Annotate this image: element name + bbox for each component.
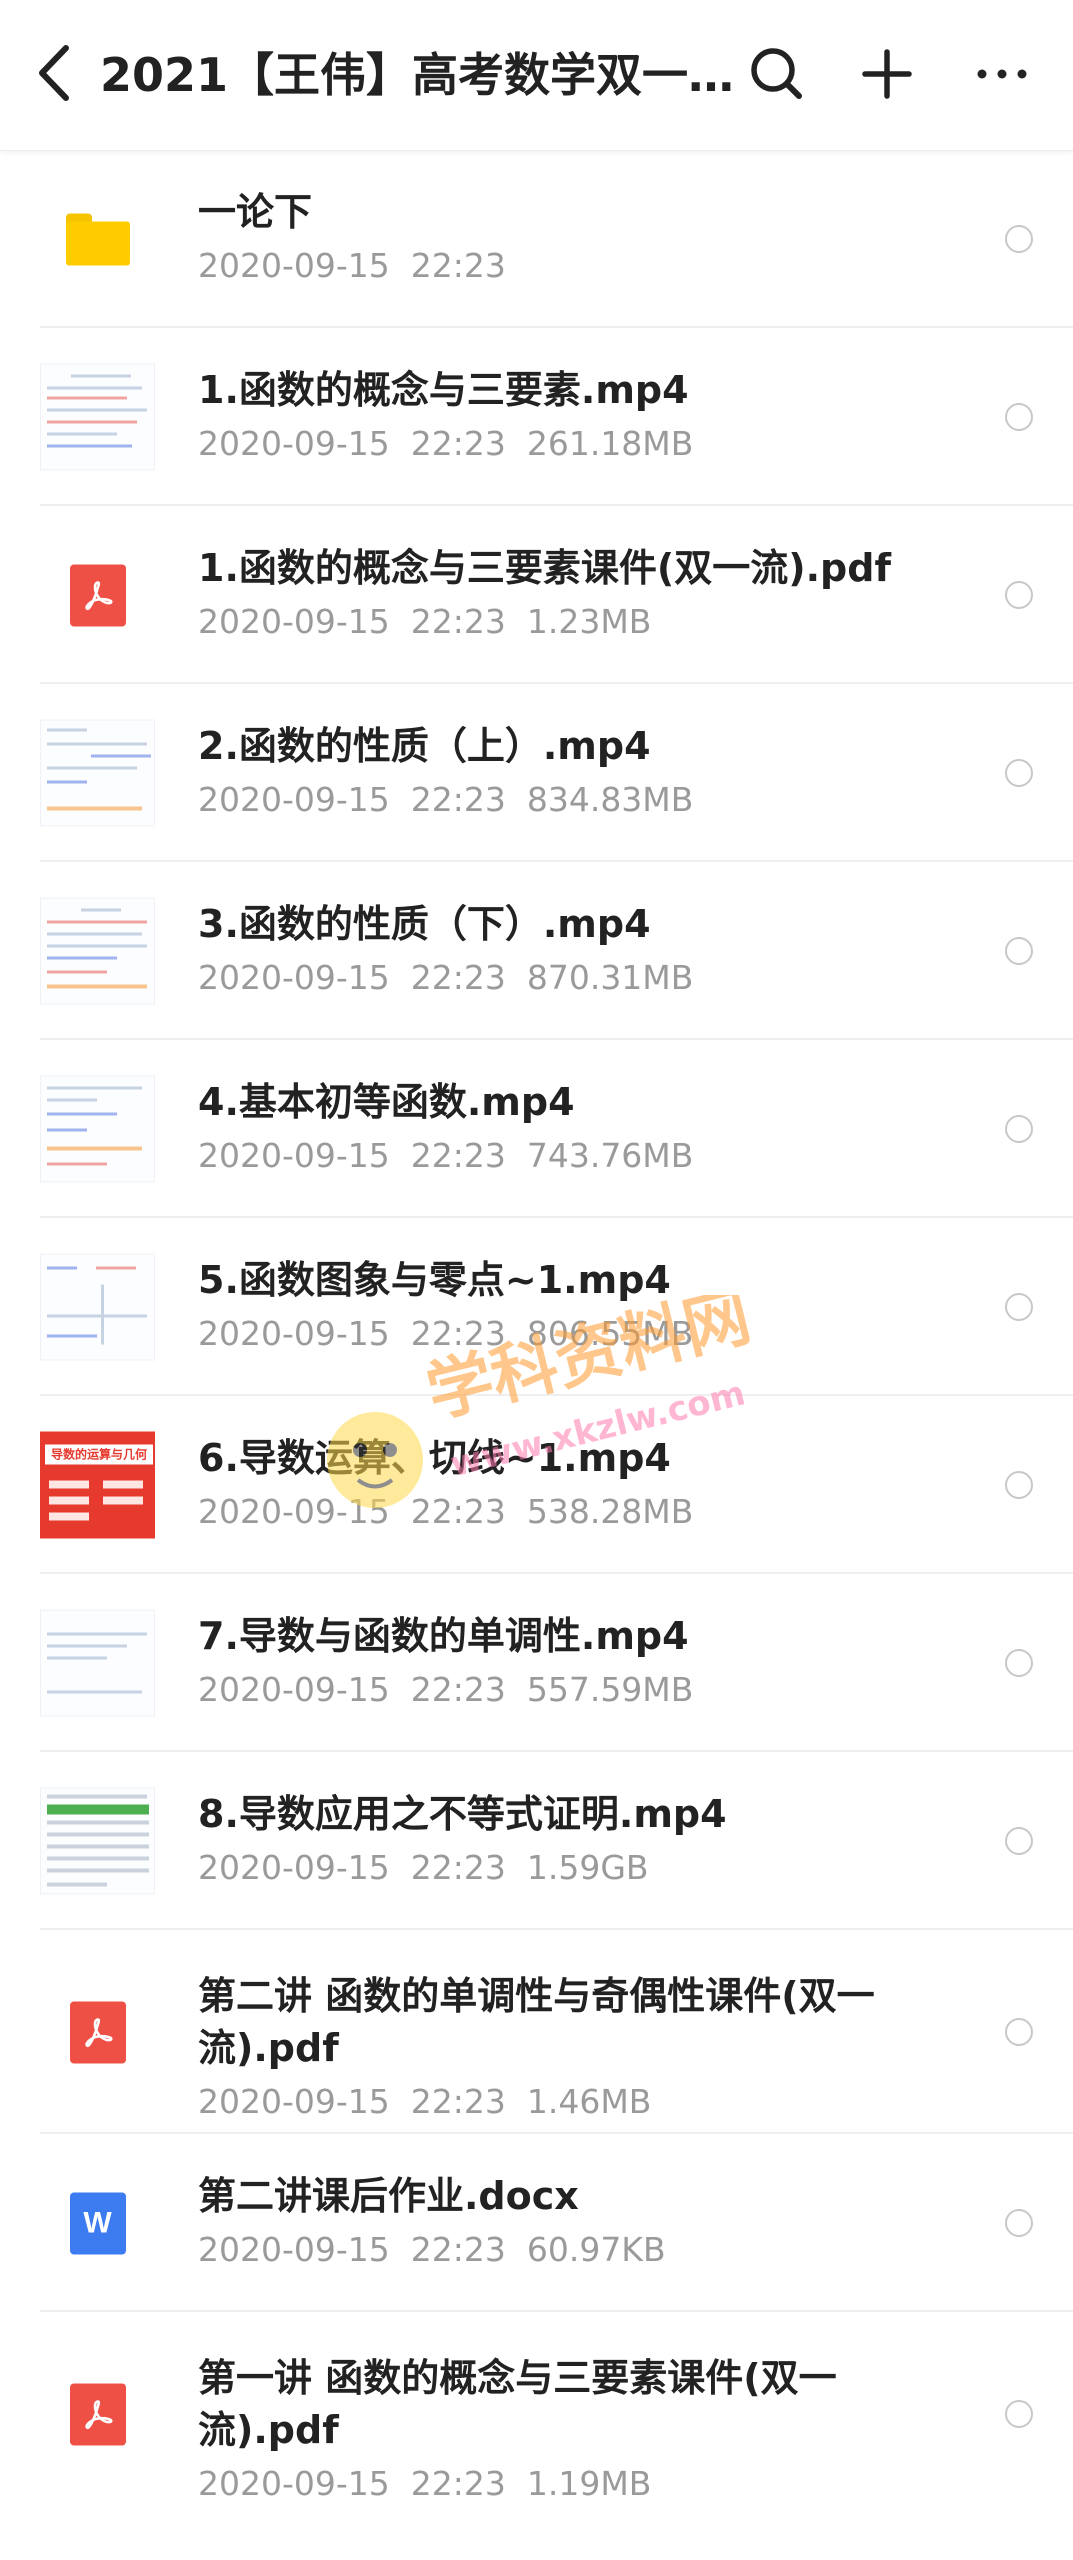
top-bar: 2021【王伟】高考数学双一… bbox=[0, 0, 1073, 151]
select-radio[interactable] bbox=[1005, 2209, 1033, 2237]
file-name: 一论下 bbox=[198, 190, 313, 234]
select-radio[interactable] bbox=[1005, 581, 1033, 609]
pdf-icon bbox=[40, 538, 155, 653]
file-meta: 2020-09-15 22:23 1.46MB bbox=[198, 2082, 652, 2121]
select-radio[interactable] bbox=[1005, 937, 1033, 965]
file-name: 3.函数的性质（下）.mp4 bbox=[198, 902, 651, 946]
file-meta: 2020-09-15 22:23 557.59MB bbox=[198, 1670, 694, 1709]
file-meta: 2020-09-15 22:23 60.97KB bbox=[198, 2230, 666, 2269]
file-meta: 2020-09-15 22:23 870.31MB bbox=[198, 958, 694, 997]
file-name: 1.函数的概念与三要素课件(双一流).pdf bbox=[198, 546, 891, 590]
pdf-icon bbox=[40, 1975, 155, 2090]
list-item[interactable]: 2.函数的性质（上）.mp4 2020-09-15 22:23 834.83MB bbox=[0, 684, 1073, 862]
file-meta: 2020-09-15 22:23 1.23MB bbox=[198, 602, 652, 641]
file-meta: 2020-09-15 22:23 834.83MB bbox=[198, 780, 694, 819]
more-icon[interactable] bbox=[970, 42, 1034, 106]
file-name: 1.函数的概念与三要素.mp4 bbox=[198, 368, 689, 412]
file-meta: 2020-09-15 22:23 bbox=[198, 246, 506, 285]
list-item[interactable]: 导数的运算与几何 6.导数运算、切线~1.mp4 2020-09-15 22:2… bbox=[0, 1396, 1073, 1574]
word-doc-icon: W bbox=[40, 2166, 155, 2281]
list-item[interactable]: 1.函数的概念与三要素课件(双一流).pdf 2020-09-15 22:23 … bbox=[0, 506, 1073, 684]
select-radio[interactable] bbox=[1005, 225, 1033, 253]
page-title: 2021【王伟】高考数学双一… bbox=[100, 48, 735, 102]
file-name: 7.导数与函数的单调性.mp4 bbox=[198, 1614, 689, 1658]
select-radio[interactable] bbox=[1005, 2400, 1033, 2428]
select-radio[interactable] bbox=[1005, 1827, 1033, 1855]
file-meta: 2020-09-15 22:23 1.19MB bbox=[198, 2464, 652, 2503]
video-thumbnail: 导数的运算与几何 bbox=[40, 1428, 155, 1543]
file-meta: 2020-09-15 22:23 261.18MB bbox=[198, 424, 694, 463]
file-name: 第一讲 函数的概念与三要素课件(双一流).pdf bbox=[198, 2356, 837, 2452]
file-meta: 2020-09-15 22:23 538.28MB bbox=[198, 1492, 694, 1531]
file-name: 8.导数应用之不等式证明.mp4 bbox=[198, 1792, 727, 1836]
select-radio[interactable] bbox=[1005, 2018, 1033, 2046]
video-thumbnail bbox=[40, 1606, 155, 1721]
file-name: 第二讲 函数的单调性与奇偶性课件(双一流).pdf bbox=[198, 1974, 875, 2070]
file-list: 一论下 2020-09-15 22:23 1.函数的概念与三要素.mp4 202… bbox=[0, 150, 1073, 2516]
select-radio[interactable] bbox=[1005, 1115, 1033, 1143]
select-radio[interactable] bbox=[1005, 1471, 1033, 1499]
search-icon[interactable] bbox=[745, 42, 809, 106]
select-radio[interactable] bbox=[1005, 403, 1033, 431]
video-thumbnail bbox=[40, 1072, 155, 1187]
list-item[interactable]: 一论下 2020-09-15 22:23 bbox=[0, 150, 1073, 328]
list-item[interactable]: 7.导数与函数的单调性.mp4 2020-09-15 22:23 557.59M… bbox=[0, 1574, 1073, 1752]
file-name: 4.基本初等函数.mp4 bbox=[198, 1080, 575, 1124]
list-item[interactable]: 第二讲 函数的单调性与奇偶性课件(双一流).pdf 2020-09-15 22:… bbox=[0, 1930, 1073, 2134]
word-letter: W bbox=[69, 2192, 126, 2254]
select-radio[interactable] bbox=[1005, 759, 1033, 787]
file-name: 第二讲课后作业.docx bbox=[198, 2174, 579, 2218]
list-item[interactable]: 第一讲 函数的概念与三要素课件(双一流).pdf 2020-09-15 22:2… bbox=[0, 2312, 1073, 2516]
select-radio[interactable] bbox=[1005, 1293, 1033, 1321]
list-item[interactable]: 8.导数应用之不等式证明.mp4 2020-09-15 22:23 1.59GB bbox=[0, 1752, 1073, 1930]
list-item[interactable]: 3.函数的性质（下）.mp4 2020-09-15 22:23 870.31MB bbox=[0, 862, 1073, 1040]
video-thumbnail bbox=[40, 894, 155, 1009]
back-icon[interactable] bbox=[30, 38, 80, 108]
folder-icon bbox=[40, 182, 155, 297]
file-name: 5.函数图象与零点~1.mp4 bbox=[198, 1258, 671, 1302]
list-item[interactable]: 1.函数的概念与三要素.mp4 2020-09-15 22:23 261.18M… bbox=[0, 328, 1073, 506]
video-thumbnail bbox=[40, 716, 155, 831]
video-thumbnail bbox=[40, 360, 155, 475]
file-meta: 2020-09-15 22:23 743.76MB bbox=[198, 1136, 694, 1175]
file-name: 6.导数运算、切线~1.mp4 bbox=[198, 1436, 671, 1480]
plus-icon[interactable] bbox=[855, 42, 919, 106]
video-thumbnail bbox=[40, 1784, 155, 1899]
video-thumbnail bbox=[40, 1250, 155, 1365]
file-meta: 2020-09-15 22:23 806.55MB bbox=[198, 1314, 694, 1353]
list-item[interactable]: 5.函数图象与零点~1.mp4 2020-09-15 22:23 806.55M… bbox=[0, 1218, 1073, 1396]
pdf-icon bbox=[40, 2357, 155, 2472]
list-item[interactable]: W 第二讲课后作业.docx 2020-09-15 22:23 60.97KB bbox=[0, 2134, 1073, 2312]
file-meta: 2020-09-15 22:23 1.59GB bbox=[198, 1848, 649, 1887]
list-item[interactable]: 4.基本初等函数.mp4 2020-09-15 22:23 743.76MB bbox=[0, 1040, 1073, 1218]
file-name: 2.函数的性质（上）.mp4 bbox=[198, 724, 651, 768]
select-radio[interactable] bbox=[1005, 1649, 1033, 1677]
thumbnail-banner-text: 导数的运算与几何 bbox=[45, 1444, 153, 1465]
